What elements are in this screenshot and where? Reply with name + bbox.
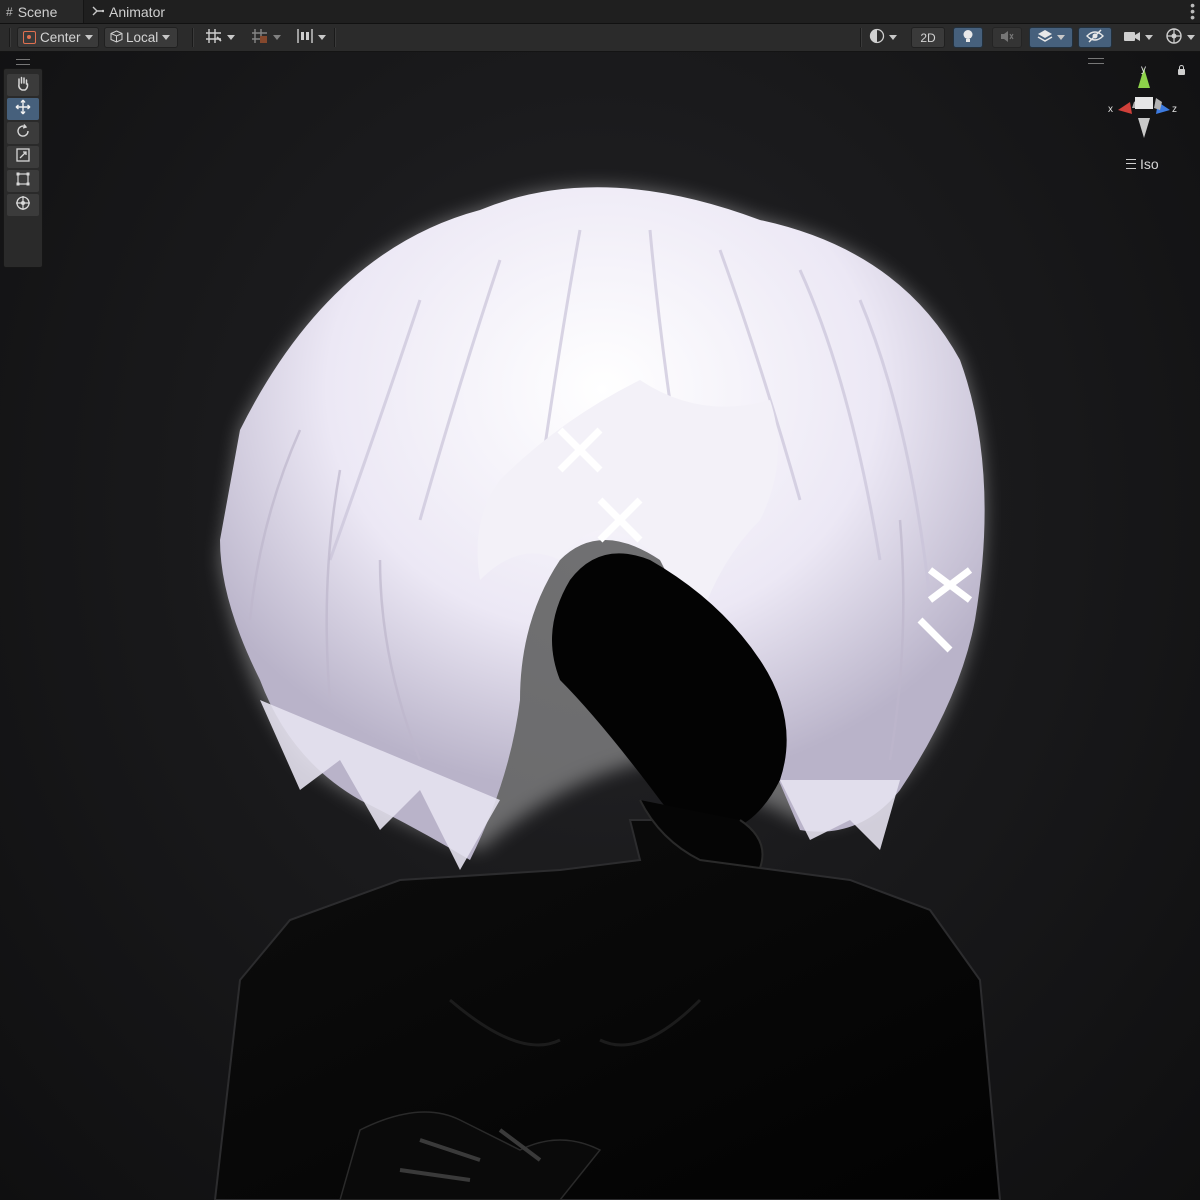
transform-tools-panel (3, 59, 43, 268)
hand-tool-button[interactable] (7, 74, 39, 96)
move-arrows-icon (15, 99, 31, 120)
toggle-2d-button[interactable]: 2D (911, 27, 945, 48)
scene-visibility-button[interactable] (1078, 27, 1112, 48)
grid-snap-button[interactable] (202, 27, 238, 48)
gizmos-button[interactable] (1162, 27, 1198, 48)
orientation-gizmo[interactable] (1102, 64, 1186, 142)
tab-scene-label: Scene (17, 3, 58, 20)
chevron-down-icon (1145, 35, 1153, 40)
chevron-down-icon (227, 35, 235, 40)
gizmo-axis-z-label: z (1172, 104, 1177, 115)
toolbar-separator (860, 28, 862, 47)
pivot-mode-dropdown[interactable]: Center (17, 27, 99, 48)
projection-toggle[interactable]: Iso (1126, 156, 1159, 172)
speaker-muted-icon (1000, 30, 1014, 46)
grid-hash-icon: # (6, 4, 13, 19)
avatar-body (213, 819, 1002, 1200)
eye-hidden-icon (1086, 29, 1104, 46)
scene-toolbar: Center Local 2D (0, 24, 1200, 52)
pivot-center-icon (23, 31, 36, 44)
move-tool-button[interactable] (7, 98, 39, 120)
increment-snap-icon (251, 28, 269, 47)
transform-tool-button[interactable] (7, 194, 39, 216)
local-cube-icon (110, 29, 123, 46)
lighting-toggle-button[interactable] (953, 27, 983, 48)
chevron-down-icon (162, 35, 171, 40)
chevron-down-icon (1187, 35, 1195, 40)
scene-viewport[interactable]: y x z Iso (0, 52, 1200, 1200)
hand-icon (15, 75, 31, 96)
shading-sphere-icon (869, 28, 885, 47)
chevron-down-icon (273, 35, 281, 40)
window-tab-bar: # Scene Animator • • • (0, 0, 1200, 24)
chevron-down-icon (889, 35, 897, 40)
camera-settings-button[interactable] (1120, 27, 1156, 48)
toolbar-separator (192, 28, 194, 47)
scale-tool-button[interactable] (7, 146, 39, 168)
lightbulb-icon (962, 29, 974, 47)
pivot-mode-label: Center (40, 30, 81, 45)
align-button[interactable] (293, 27, 329, 48)
chevron-down-icon (318, 35, 326, 40)
pivot-rotation-dropdown[interactable]: Local (104, 27, 178, 48)
chevron-down-icon (84, 35, 93, 40)
tab-animator-label: Animator (109, 3, 166, 20)
grid-snap-icon (205, 28, 223, 47)
tab-animator[interactable]: Animator (92, 0, 165, 23)
chevron-down-icon (1057, 35, 1065, 40)
more-options-icon[interactable]: • • • (1190, 0, 1195, 24)
camera-icon (1123, 30, 1141, 46)
pivot-rotation-label: Local (126, 30, 159, 45)
rect-tool-button[interactable] (7, 170, 39, 192)
gizmo-axis-x-label: x (1108, 104, 1113, 115)
rotate-tool-button[interactable] (7, 122, 39, 144)
toolbar-separator (334, 28, 336, 47)
scene-render (213, 187, 1002, 1200)
panel-grip[interactable] (16, 59, 30, 65)
tab-scene[interactable]: # Scene (0, 0, 84, 23)
layers-icon (1037, 29, 1053, 46)
gizmo-globe-icon (1165, 27, 1183, 48)
toggle-2d-label: 2D (920, 30, 936, 45)
effects-toggle-button[interactable] (1029, 27, 1073, 48)
increment-snap-button[interactable] (248, 27, 284, 48)
shading-mode-button[interactable] (866, 27, 900, 48)
align-icon (296, 28, 314, 47)
audio-toggle-button[interactable] (992, 27, 1022, 48)
rotate-icon (15, 123, 31, 144)
rect-transform-icon (15, 171, 31, 192)
scale-icon (15, 147, 31, 168)
animator-fork-icon (92, 5, 105, 19)
transform-combo-icon (15, 195, 31, 216)
toolbar-separator (9, 28, 11, 47)
menu-lines-icon (1126, 159, 1136, 169)
gizmo-axis-y-label: y (1141, 64, 1146, 75)
projection-label: Iso (1140, 156, 1159, 172)
